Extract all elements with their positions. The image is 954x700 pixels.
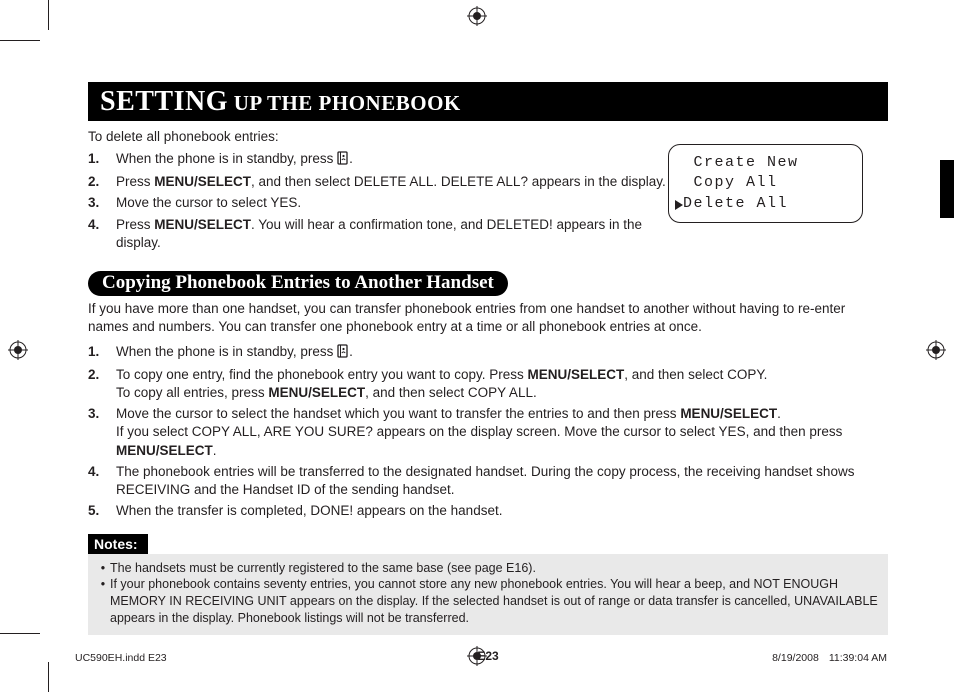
list-item: 1. When the phone is in standby, press .	[88, 150, 668, 170]
list-item: 2. To copy one entry, find the phonebook…	[88, 366, 888, 402]
step-text: When the phone is in standby, press .	[116, 343, 888, 363]
footer-file: UC590EH.indd E23	[75, 652, 167, 664]
delete-section: To delete all phonebook entries: 1. When…	[88, 129, 888, 252]
notes-label: Notes:	[88, 534, 148, 554]
notes-box: •The handsets must be currently register…	[88, 554, 888, 636]
title-small: UP THE PHONEBOOK	[228, 91, 461, 115]
step-number: 2.	[88, 366, 116, 402]
crop-mark	[0, 633, 40, 634]
lcd-line: Delete All	[683, 194, 854, 214]
content-area: SETTING UP THE PHONEBOOK To delete all p…	[88, 82, 888, 663]
footer-datetime: 8/19/200811:39:04 AM	[762, 652, 887, 664]
list-item: 5. When the transfer is completed, DONE!…	[88, 502, 888, 520]
list-item: 4. The phonebook entries will be transfe…	[88, 463, 888, 499]
step-number: 4.	[88, 216, 116, 252]
delete-intro: To delete all phonebook entries:	[88, 129, 668, 144]
title-large: SETTING	[100, 86, 228, 117]
copy-steps: 1. When the phone is in standby, press .…	[88, 343, 888, 521]
step-text: Move the cursor to select YES.	[116, 194, 668, 212]
step-number: 3.	[88, 194, 116, 212]
lcd-line: Create New	[683, 153, 854, 173]
list-item: 3. Move the cursor to select the handset…	[88, 405, 888, 460]
step-text: When the transfer is completed, DONE! ap…	[116, 502, 888, 520]
list-item: 3. Move the cursor to select YES.	[88, 194, 668, 212]
copy-intro: If you have more than one handset, you c…	[88, 300, 888, 336]
section-title-bar: SETTING UP THE PHONEBOOK	[88, 82, 888, 121]
step-number: 4.	[88, 463, 116, 499]
step-text: When the phone is in standby, press .	[116, 150, 668, 170]
step-text: The phonebook entries will be transferre…	[116, 463, 888, 499]
step-number: 3.	[88, 405, 116, 460]
note-item: •If your phonebook contains seventy entr…	[96, 576, 880, 627]
bullet-icon: •	[96, 560, 110, 577]
lcd-line: Copy All	[683, 173, 854, 193]
subheading-pill: Copying Phonebook Entries to Another Han…	[88, 271, 508, 296]
step-text: Move the cursor to select the handset wh…	[116, 405, 888, 460]
phonebook-icon	[337, 151, 349, 170]
page: SETTING UP THE PHONEBOOK To delete all p…	[0, 0, 954, 700]
crop-mark	[48, 662, 49, 692]
phonebook-icon	[337, 344, 349, 363]
registration-mark-icon	[467, 6, 487, 26]
step-text: Press MENU/SELECT. You will hear a confi…	[116, 216, 668, 252]
list-item: 4. Press MENU/SELECT. You will hear a co…	[88, 216, 668, 252]
step-number: 1.	[88, 150, 116, 170]
footer: UC590EH.indd E23 8/19/200811:39:04 AM	[75, 652, 887, 664]
step-number: 5.	[88, 502, 116, 520]
lcd-display: Create New Copy All Delete All	[668, 144, 863, 223]
delete-steps: 1. When the phone is in standby, press .…	[88, 150, 668, 252]
note-item: •The handsets must be currently register…	[96, 560, 880, 577]
side-tab	[940, 160, 954, 218]
list-item: 1. When the phone is in standby, press .	[88, 343, 888, 363]
crop-mark	[0, 40, 40, 41]
step-text: To copy one entry, find the phonebook en…	[116, 366, 888, 402]
lcd-screen: Create New Copy All Delete All	[668, 144, 863, 223]
list-item: 2. Press MENU/SELECT, and then select DE…	[88, 173, 668, 191]
step-text: Press MENU/SELECT, and then select DELET…	[116, 173, 668, 191]
bullet-icon: •	[96, 576, 110, 627]
step-number: 2.	[88, 173, 116, 191]
step-number: 1.	[88, 343, 116, 363]
registration-mark-icon	[8, 340, 28, 360]
crop-mark	[48, 0, 49, 30]
registration-mark-icon	[926, 340, 946, 360]
cursor-icon	[675, 197, 683, 217]
